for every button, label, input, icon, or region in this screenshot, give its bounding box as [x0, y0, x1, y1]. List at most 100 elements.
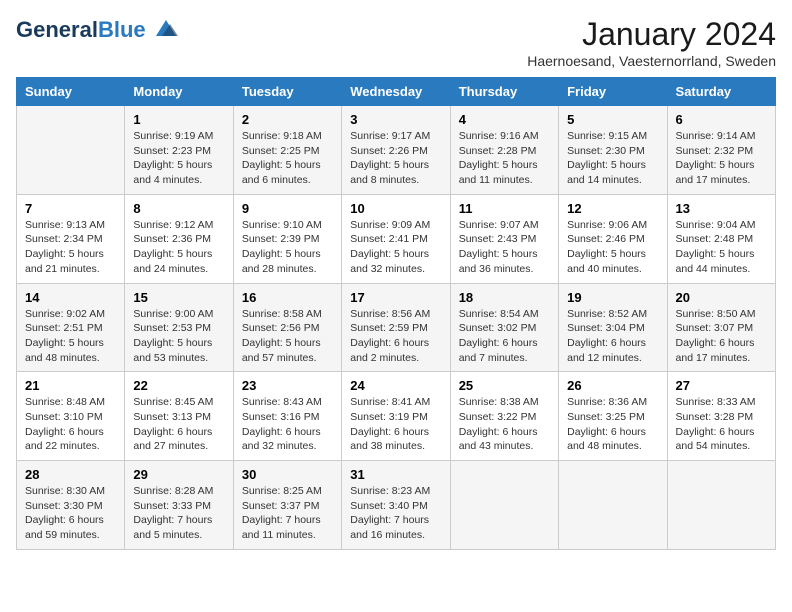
calendar-cell: 27 Sunrise: 8:33 AM Sunset: 3:28 PM Dayli… [667, 372, 775, 461]
calendar-cell: 23 Sunrise: 8:43 AM Sunset: 3:16 PM Dayli… [233, 372, 341, 461]
day-info: Sunrise: 9:14 AM Sunset: 2:32 PM Dayligh… [676, 129, 767, 188]
day-info: Sunrise: 8:30 AM Sunset: 3:30 PM Dayligh… [25, 484, 116, 543]
header-tuesday: Tuesday [233, 78, 341, 106]
calendar-cell: 11 Sunrise: 9:07 AM Sunset: 2:43 PM Dayli… [450, 194, 558, 283]
calendar-cell: 4 Sunrise: 9:16 AM Sunset: 2:28 PM Daylig… [450, 106, 558, 195]
day-number: 13 [676, 201, 767, 216]
day-number: 8 [133, 201, 224, 216]
calendar-week-row: 7 Sunrise: 9:13 AM Sunset: 2:34 PM Daylig… [17, 194, 776, 283]
day-number: 9 [242, 201, 333, 216]
day-info: Sunrise: 9:19 AM Sunset: 2:23 PM Dayligh… [133, 129, 224, 188]
calendar-cell: 22 Sunrise: 8:45 AM Sunset: 3:13 PM Dayli… [125, 372, 233, 461]
day-info: Sunrise: 8:52 AM Sunset: 3:04 PM Dayligh… [567, 307, 658, 366]
calendar-cell [667, 461, 775, 550]
day-info: Sunrise: 9:04 AM Sunset: 2:48 PM Dayligh… [676, 218, 767, 277]
calendar-week-row: 1 Sunrise: 9:19 AM Sunset: 2:23 PM Daylig… [17, 106, 776, 195]
calendar-week-row: 21Sunrise: 8:48 AM Sunset: 3:10 PM Dayli… [17, 372, 776, 461]
day-info: Sunrise: 9:10 AM Sunset: 2:39 PM Dayligh… [242, 218, 333, 277]
calendar-cell: 31 Sunrise: 8:23 AM Sunset: 3:40 PM Dayli… [342, 461, 450, 550]
day-info: Sunrise: 9:00 AM Sunset: 2:53 PM Dayligh… [133, 307, 224, 366]
day-info: Sunrise: 9:15 AM Sunset: 2:30 PM Dayligh… [567, 129, 658, 188]
header-sunday: Sunday [17, 78, 125, 106]
title-area: January 2024 Haernoesand, Vaesternorrlan… [527, 16, 776, 69]
day-info: Sunrise: 8:45 AM Sunset: 3:13 PM Dayligh… [133, 395, 224, 454]
calendar-cell: 18Sunrise: 8:54 AM Sunset: 3:02 PM Dayli… [450, 283, 558, 372]
day-info: Sunrise: 8:41 AM Sunset: 3:19 PM Dayligh… [350, 395, 441, 454]
day-number: 20 [676, 290, 767, 305]
day-number: 17 [350, 290, 441, 305]
calendar-cell: 2Sunrise: 9:18 AM Sunset: 2:25 PM Daylig… [233, 106, 341, 195]
logo: GeneralBlue [16, 16, 184, 44]
calendar-cell: 13 Sunrise: 9:04 AM Sunset: 2:48 PM Dayli… [667, 194, 775, 283]
calendar-table: SundayMondayTuesdayWednesdayThursdayFrid… [16, 77, 776, 550]
calendar-week-row: 28 Sunrise: 8:30 AM Sunset: 3:30 PM Dayli… [17, 461, 776, 550]
day-info: Sunrise: 8:33 AM Sunset: 3:28 PM Dayligh… [676, 395, 767, 454]
calendar-cell: 26 Sunrise: 8:36 AM Sunset: 3:25 PM Dayli… [559, 372, 667, 461]
header-thursday: Thursday [450, 78, 558, 106]
day-number: 7 [25, 201, 116, 216]
calendar-cell: 1 Sunrise: 9:19 AM Sunset: 2:23 PM Daylig… [125, 106, 233, 195]
day-number: 26 [567, 378, 658, 393]
day-info: Sunrise: 8:25 AM Sunset: 3:37 PM Dayligh… [242, 484, 333, 543]
day-number: 28 [25, 467, 116, 482]
calendar-cell: 15 Sunrise: 9:00 AM Sunset: 2:53 PM Dayli… [125, 283, 233, 372]
day-info: Sunrise: 8:54 AM Sunset: 3:02 PM Dayligh… [459, 307, 550, 366]
day-info: Sunrise: 9:06 AM Sunset: 2:46 PM Dayligh… [567, 218, 658, 277]
calendar-cell: 29Sunrise: 8:28 AM Sunset: 3:33 PM Dayli… [125, 461, 233, 550]
calendar-cell [450, 461, 558, 550]
day-info: Sunrise: 9:09 AM Sunset: 2:41 PM Dayligh… [350, 218, 441, 277]
calendar-cell: 24Sunrise: 8:41 AM Sunset: 3:19 PM Dayli… [342, 372, 450, 461]
month-title: January 2024 [527, 16, 776, 53]
day-info: Sunrise: 8:36 AM Sunset: 3:25 PM Dayligh… [567, 395, 658, 454]
header-monday: Monday [125, 78, 233, 106]
day-number: 3 [350, 112, 441, 127]
calendar-cell: 19Sunrise: 8:52 AM Sunset: 3:04 PM Dayli… [559, 283, 667, 372]
day-info: Sunrise: 9:02 AM Sunset: 2:51 PM Dayligh… [25, 307, 116, 366]
location-title: Haernoesand, Vaesternorrland, Sweden [527, 53, 776, 69]
day-number: 4 [459, 112, 550, 127]
calendar-cell: 30 Sunrise: 8:25 AM Sunset: 3:37 PM Dayli… [233, 461, 341, 550]
day-number: 5 [567, 112, 658, 127]
day-number: 6 [676, 112, 767, 127]
day-info: Sunrise: 8:48 AM Sunset: 3:10 PM Dayligh… [25, 395, 116, 454]
day-info: Sunrise: 9:16 AM Sunset: 2:28 PM Dayligh… [459, 129, 550, 188]
day-number: 2 [242, 112, 333, 127]
day-number: 31 [350, 467, 441, 482]
day-info: Sunrise: 8:43 AM Sunset: 3:16 PM Dayligh… [242, 395, 333, 454]
day-info: Sunrise: 9:13 AM Sunset: 2:34 PM Dayligh… [25, 218, 116, 277]
logo-icon [148, 16, 184, 44]
day-number: 23 [242, 378, 333, 393]
calendar-cell: 6 Sunrise: 9:14 AM Sunset: 2:32 PM Daylig… [667, 106, 775, 195]
day-number: 27 [676, 378, 767, 393]
calendar-cell: 8 Sunrise: 9:12 AM Sunset: 2:36 PM Daylig… [125, 194, 233, 283]
calendar-cell: 16Sunrise: 8:58 AM Sunset: 2:56 PM Dayli… [233, 283, 341, 372]
calendar-cell: 28 Sunrise: 8:30 AM Sunset: 3:30 PM Dayli… [17, 461, 125, 550]
day-info: Sunrise: 9:07 AM Sunset: 2:43 PM Dayligh… [459, 218, 550, 277]
day-number: 29 [133, 467, 224, 482]
day-number: 11 [459, 201, 550, 216]
calendar-cell: 7 Sunrise: 9:13 AM Sunset: 2:34 PM Daylig… [17, 194, 125, 283]
day-number: 15 [133, 290, 224, 305]
day-number: 12 [567, 201, 658, 216]
calendar-cell: 25Sunrise: 8:38 AM Sunset: 3:22 PM Dayli… [450, 372, 558, 461]
calendar-cell: 20 Sunrise: 8:50 AM Sunset: 3:07 PM Dayli… [667, 283, 775, 372]
calendar-cell: 3 Sunrise: 9:17 AM Sunset: 2:26 PM Daylig… [342, 106, 450, 195]
header-friday: Friday [559, 78, 667, 106]
calendar-cell: 10 Sunrise: 9:09 AM Sunset: 2:41 PM Dayli… [342, 194, 450, 283]
day-number: 22 [133, 378, 224, 393]
page-header: GeneralBlue January 2024 Haernoesand, Va… [16, 16, 776, 69]
day-info: Sunrise: 8:50 AM Sunset: 3:07 PM Dayligh… [676, 307, 767, 366]
day-number: 1 [133, 112, 224, 127]
calendar-cell [559, 461, 667, 550]
calendar-week-row: 14 Sunrise: 9:02 AM Sunset: 2:51 PM Dayli… [17, 283, 776, 372]
day-number: 10 [350, 201, 441, 216]
calendar-cell: 12 Sunrise: 9:06 AM Sunset: 2:46 PM Dayli… [559, 194, 667, 283]
logo-blue: Blue [98, 17, 146, 42]
day-info: Sunrise: 8:38 AM Sunset: 3:22 PM Dayligh… [459, 395, 550, 454]
day-info: Sunrise: 8:23 AM Sunset: 3:40 PM Dayligh… [350, 484, 441, 543]
calendar-cell [17, 106, 125, 195]
day-number: 14 [25, 290, 116, 305]
day-info: Sunrise: 9:12 AM Sunset: 2:36 PM Dayligh… [133, 218, 224, 277]
day-number: 30 [242, 467, 333, 482]
day-info: Sunrise: 9:17 AM Sunset: 2:26 PM Dayligh… [350, 129, 441, 188]
